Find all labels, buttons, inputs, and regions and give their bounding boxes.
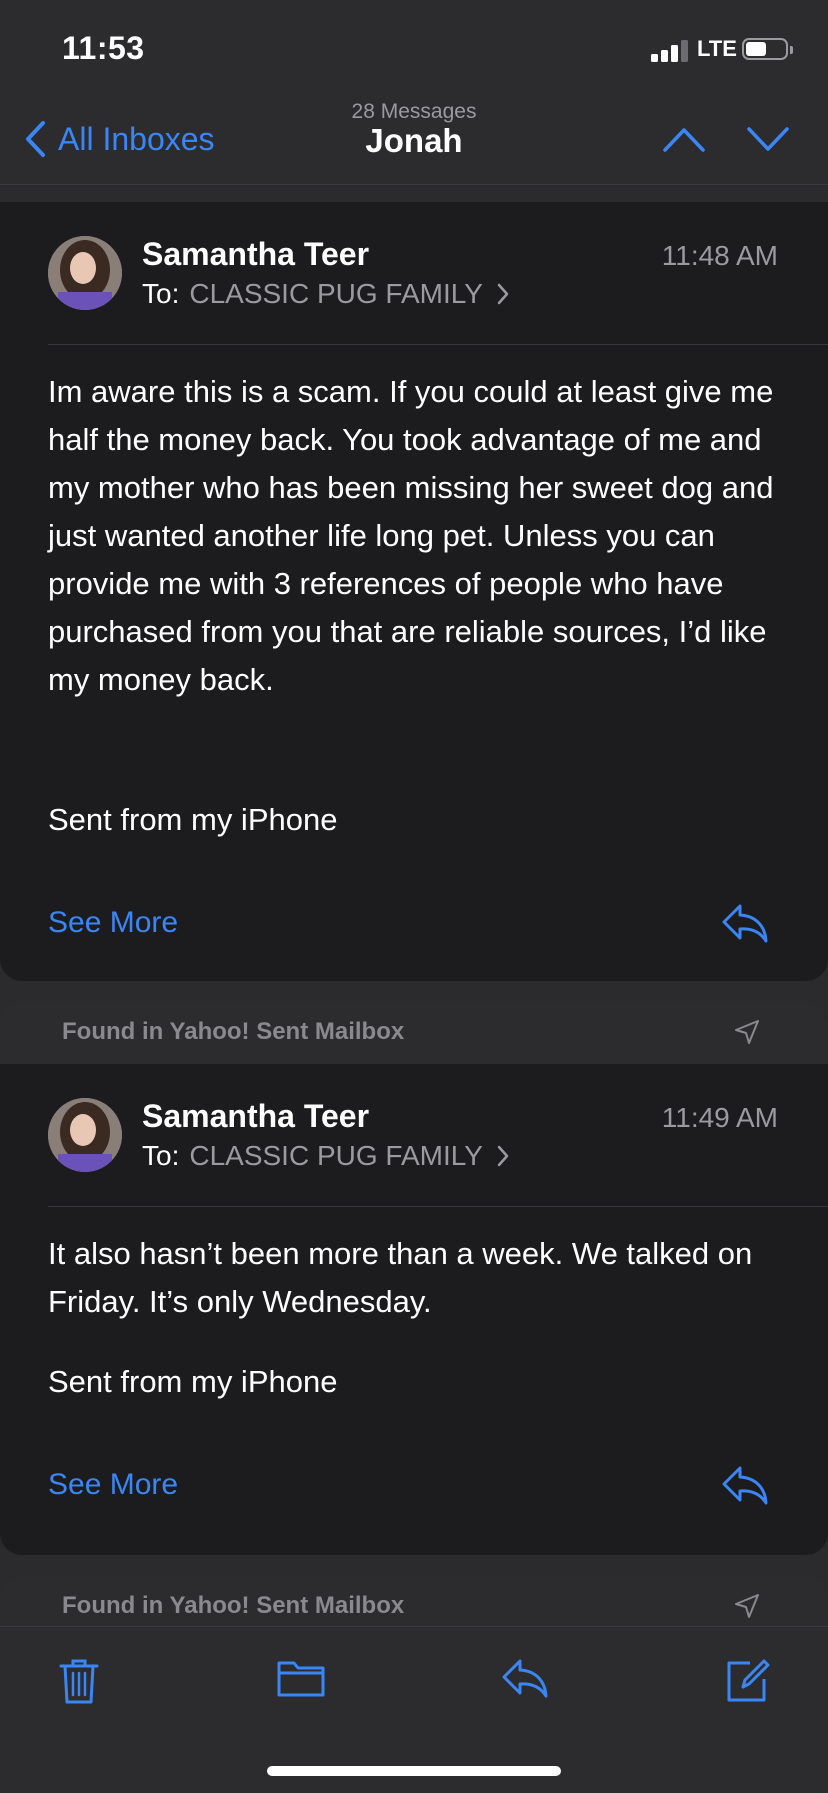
recipient-row[interactable]: To: CLASSIC PUG FAMILY: [142, 278, 509, 310]
message-signature: Sent from my iPhone: [48, 802, 338, 837]
battery-icon: [742, 38, 793, 60]
reply-button[interactable]: [720, 902, 770, 949]
sent-arrow-icon: [735, 1594, 759, 1618]
chevron-right-icon: [497, 1145, 509, 1167]
see-more-link[interactable]: See More: [48, 1468, 178, 1502]
trash-button[interactable]: [58, 1657, 100, 1710]
chevron-down-icon: [747, 127, 789, 151]
to-label: To:: [142, 278, 180, 309]
header-divider: [48, 1206, 828, 1207]
see-more-link[interactable]: See More: [48, 906, 178, 940]
cellular-signal-icon: [651, 38, 691, 62]
compose-icon: [727, 1659, 770, 1702]
recipient-row[interactable]: To: CLASSIC PUG FAMILY: [142, 1140, 509, 1172]
reply-icon: [722, 1466, 768, 1505]
status-time: 11:53: [62, 30, 145, 66]
header-divider: [48, 344, 828, 345]
chevron-up-icon: [663, 128, 705, 152]
recipient-name: CLASSIC PUG FAMILY: [189, 1140, 483, 1171]
message-body: Im aware this is a scam. If you could at…: [48, 374, 774, 697]
move-to-folder-button[interactable]: [276, 1657, 326, 1704]
chevron-right-icon: [497, 283, 509, 305]
message-body: It also hasn’t been more than a week. We…: [48, 1236, 753, 1319]
compose-button[interactable]: [726, 1657, 770, 1708]
next-message-button[interactable]: [746, 124, 790, 159]
reply-icon: [502, 1659, 548, 1698]
to-label: To:: [142, 1140, 180, 1171]
message-count: 28 Messages: [351, 100, 477, 123]
navigation-bar: All Inboxes 28 Messages Jonah: [0, 100, 828, 185]
status-bar: 11:53 LTE: [0, 0, 828, 100]
found-in-label: Found in Yahoo! Sent Mailbox: [62, 1018, 405, 1045]
avatar: [48, 1098, 122, 1172]
found-in-bar: Found in Yahoo! Sent Mailbox: [0, 1002, 828, 1065]
trash-icon: [59, 1659, 99, 1704]
home-indicator[interactable]: [267, 1766, 561, 1776]
reply-button[interactable]: [720, 1464, 770, 1511]
folder-icon: [277, 1661, 325, 1697]
sent-arrow-icon: [735, 1020, 759, 1044]
sender-name: Samantha Teer: [142, 236, 370, 272]
reply-icon: [722, 904, 768, 943]
message-card[interactable]: Samantha Teer 11:48 AM To: CLASSIC PUG F…: [0, 202, 828, 981]
previous-message-button[interactable]: [662, 124, 706, 159]
avatar: [48, 236, 122, 310]
sender-name: Samantha Teer: [142, 1098, 370, 1134]
message-time: 11:49 AM: [661, 1102, 778, 1133]
network-type: LTE: [697, 36, 737, 61]
recipient-name: CLASSIC PUG FAMILY: [189, 278, 483, 309]
message-signature: Sent from my iPhone: [48, 1364, 338, 1399]
reply-toolbar-button[interactable]: [500, 1657, 550, 1704]
found-in-label: Found in Yahoo! Sent Mailbox: [62, 1592, 405, 1619]
message-time: 11:48 AM: [661, 240, 778, 271]
message-card[interactable]: Samantha Teer 11:49 AM To: CLASSIC PUG F…: [0, 1064, 828, 1555]
